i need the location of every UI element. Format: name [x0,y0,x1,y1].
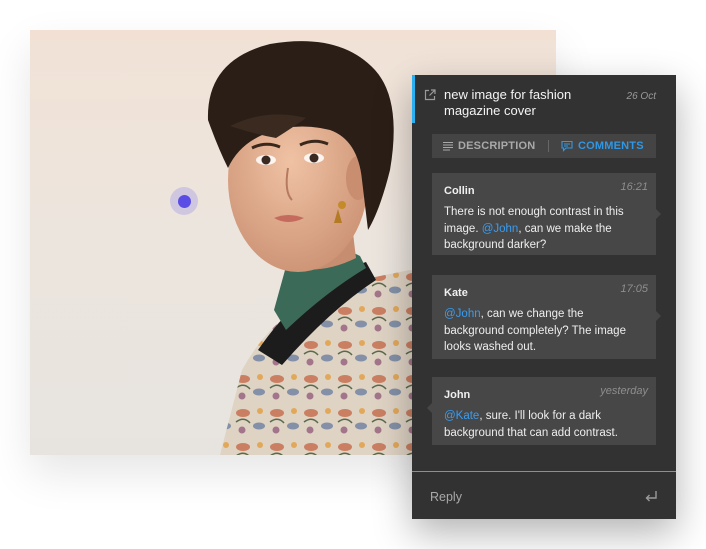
panel-header: new image for fashion magazine cover 26 … [424,87,664,123]
comment-body: @Kate, sure. I'll look for a dark backgr… [444,408,644,441]
panel-title: new image for fashion magazine cover [444,87,572,118]
mention-link[interactable]: @John [482,223,519,235]
mention-link[interactable]: @John [444,308,481,320]
tab-comments[interactable]: COMMENTS [561,134,644,158]
comment-body: @John, can we change the background comp… [444,306,644,356]
lines-icon [443,142,453,151]
tab-comments-label: COMMENTS [578,140,644,152]
comment-time: yesterday [600,385,648,397]
comments-panel: new image for fashion magazine cover 26 … [412,75,676,519]
panel-accent-bar [412,75,415,123]
comment-caret [656,311,661,321]
comment-body: There is not enough contrast in this ima… [444,204,644,254]
comment-item: Kate 17:05 @John, can we change the back… [432,275,661,359]
annotation-pin-icon[interactable] [170,187,198,215]
reply-input[interactable] [430,488,630,506]
comment-author: Collin [444,185,475,197]
external-link-icon[interactable] [424,89,436,101]
comment-time: 16:21 [620,181,648,193]
comment-time: 17:05 [620,283,648,295]
panel-date: 26 Oct [626,91,656,102]
tab-bar: DESCRIPTION COMMENTS [432,134,656,158]
comment-author: Kate [444,287,468,299]
comment-caret [656,209,661,219]
comment-author: John [444,389,471,401]
comment-item: John yesterday @Kate, sure. I'll look fo… [427,377,656,445]
chat-icon [561,140,573,152]
tab-description[interactable]: DESCRIPTION [432,134,548,158]
comment-caret [427,403,432,413]
tab-separator [548,140,549,152]
reply-bar [412,471,676,519]
annotation-pin-dot [177,194,191,208]
tab-description-label: DESCRIPTION [458,140,536,152]
mention-link[interactable]: @Kate [444,410,479,422]
comment-item: Collin 16:21 There is not enough contras… [432,173,661,255]
enter-return-icon[interactable] [644,489,658,503]
